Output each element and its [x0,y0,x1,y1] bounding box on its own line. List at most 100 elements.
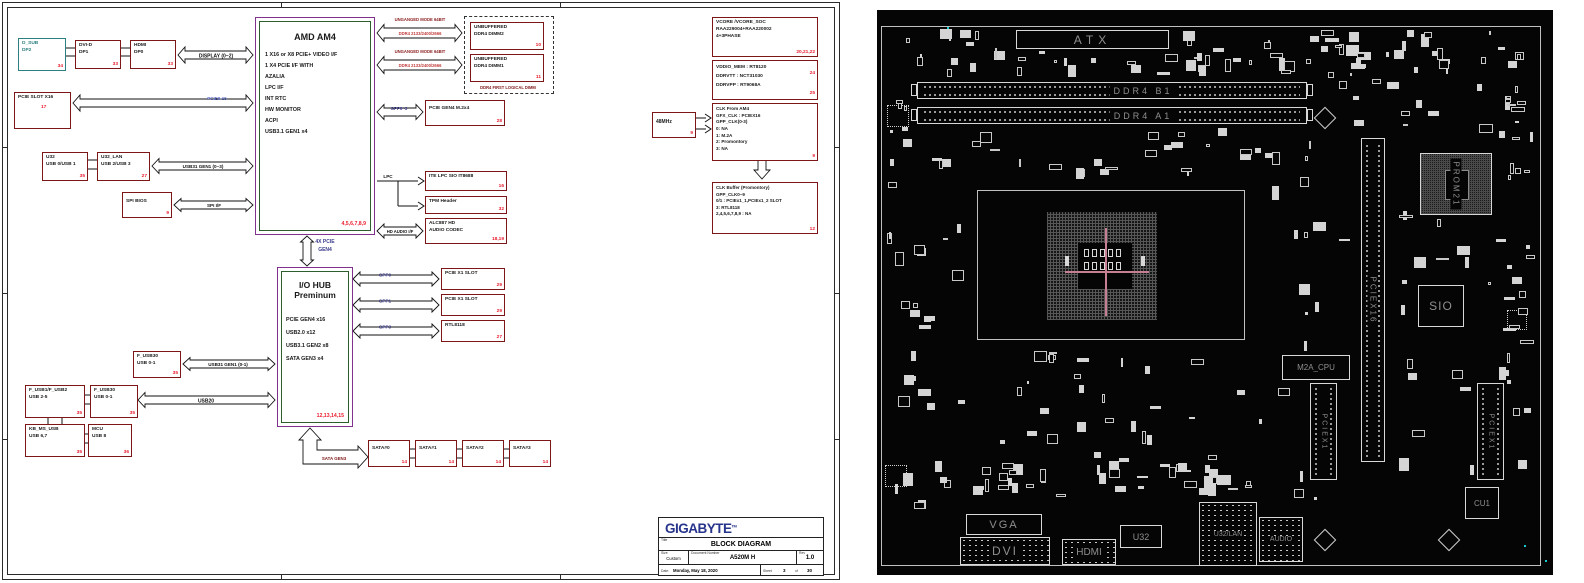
pcb-component [952,270,964,281]
pcb-component [1039,51,1045,54]
io-hub-features: PCIE GEN4 x16 USB2.0 x12 USB3.1 GEN2 x8 … [286,314,348,366]
audio-jack-block: AUDIO [1259,517,1303,562]
pcb-component [1310,36,1319,42]
pcb-component [1315,302,1319,312]
pcb-component [1519,291,1526,298]
pcb-component [1305,156,1308,161]
pcb-component [1157,72,1170,75]
pcb-component [1233,58,1241,62]
pcb-component [924,320,931,322]
pcb-component [1517,54,1521,60]
sheet-inner-frame [7,7,835,575]
pcb-component [919,325,931,329]
pcb-component [1138,486,1144,489]
zone-tick [2,293,7,294]
pcb-component [1339,81,1347,89]
super-io-chip: SIO [1418,285,1464,327]
pcb-component [1047,434,1058,444]
pcb-component [1281,70,1291,74]
pcb-component [1460,387,1471,391]
block-ite-sio: ITE LPC SIO IT8688 16 [425,171,507,191]
socket-crosshair-h [1065,271,1149,273]
pcb-component [1213,48,1224,52]
sheet-title: BLOCK DIAGRAM [659,538,823,548]
block-ddr4-dimm1: UNBUFFERED DDR4 DIMM1 11 [470,54,544,82]
pcb-component [1518,460,1527,469]
pcb-component [1264,42,1271,49]
cu1-chip: CU1 [1465,487,1499,519]
pcb-component [1457,246,1470,255]
pcb-component [999,473,1008,481]
dimm-latch [1307,84,1313,96]
pcb-component [1079,385,1084,393]
pcb-component [1191,359,1204,365]
pcb-component [1150,406,1161,409]
pcb-component [990,149,1000,151]
pcb-component [1517,101,1526,105]
pcb-component [896,100,903,104]
pcb-component [1115,486,1126,492]
pcb-component [1121,358,1123,367]
pcb-component [1240,149,1252,155]
pcb-component [985,479,989,492]
pcb-component [1049,354,1054,363]
pcb-component [898,396,910,407]
pcb-component [935,461,942,472]
pcb-component [1306,59,1311,64]
pcb-component [1034,351,1047,362]
pcb-component [1437,219,1441,227]
pcb-component [895,484,898,494]
capacitor [1116,262,1121,270]
pcb-component [1119,458,1129,462]
pcb-component [1165,54,1178,62]
chipset-prom21: PROM21 [1420,153,1492,215]
pcb-component [1056,494,1066,497]
pcb-component [1414,257,1426,268]
capacitor [1108,249,1113,257]
pcb-component [1199,66,1206,76]
pcb-component [1145,366,1150,374]
pcb-component [1272,186,1279,200]
pcb-component [1077,358,1089,362]
pcb-component [1452,370,1463,379]
zone-tick [835,147,840,148]
pcb-component [1515,86,1518,93]
pcb-component [914,502,925,509]
block-amd-am4: AMD AM4 1 X16 or X8 PCIE+ VIDEO I/F 1 X4… [255,17,375,235]
zone-tick [281,2,282,7]
pcb-component [1511,107,1525,112]
pcb-component [1402,280,1407,284]
pcb-component [1278,388,1290,396]
pcb-component [1272,152,1280,165]
pcb-component [1008,478,1012,486]
pcb-component [1205,465,1210,473]
pcb-component [1009,470,1017,475]
block-clk-from-am4: CLK From AM4 GFX_CLK : PCIEX16 GPP_CLK(0… [712,103,818,161]
sheet-cell: Sheet 3 of 30 [761,565,823,576]
pcb-component [1372,79,1381,84]
pcb-component [1508,61,1517,68]
block-dvi-d: DVI-D DP1 33 [75,40,121,69]
block-vcore: VCORE /VCORE_SOC RAA229004+RAA220002 4+3… [712,17,818,57]
pcb-component [1225,59,1231,72]
pcb-component [1187,470,1191,472]
pcb-component [1255,148,1261,153]
pcb-component [1094,159,1102,166]
pcb-component [1520,340,1534,344]
pcb-component [1403,124,1408,126]
usb32-lan-connector: U32/LAN [1199,502,1257,566]
block-f-usb30-bot: F_USB30 USB 0-1 35 [90,385,138,418]
pcb-component [1507,104,1516,106]
dimm-latch [911,109,917,121]
pcb-component [1335,45,1342,48]
pcb-component [1245,485,1252,488]
pcb-component [1386,52,1389,57]
pcb-component [1508,175,1511,180]
pcb-component [947,69,952,77]
pcb-component [909,376,916,381]
pcb-component [1018,57,1026,61]
block-mcu: MCU USB 8 36 [88,424,132,457]
pcb-component [1414,67,1418,73]
pcb-component [1217,475,1231,485]
pcb-component [1524,170,1530,173]
